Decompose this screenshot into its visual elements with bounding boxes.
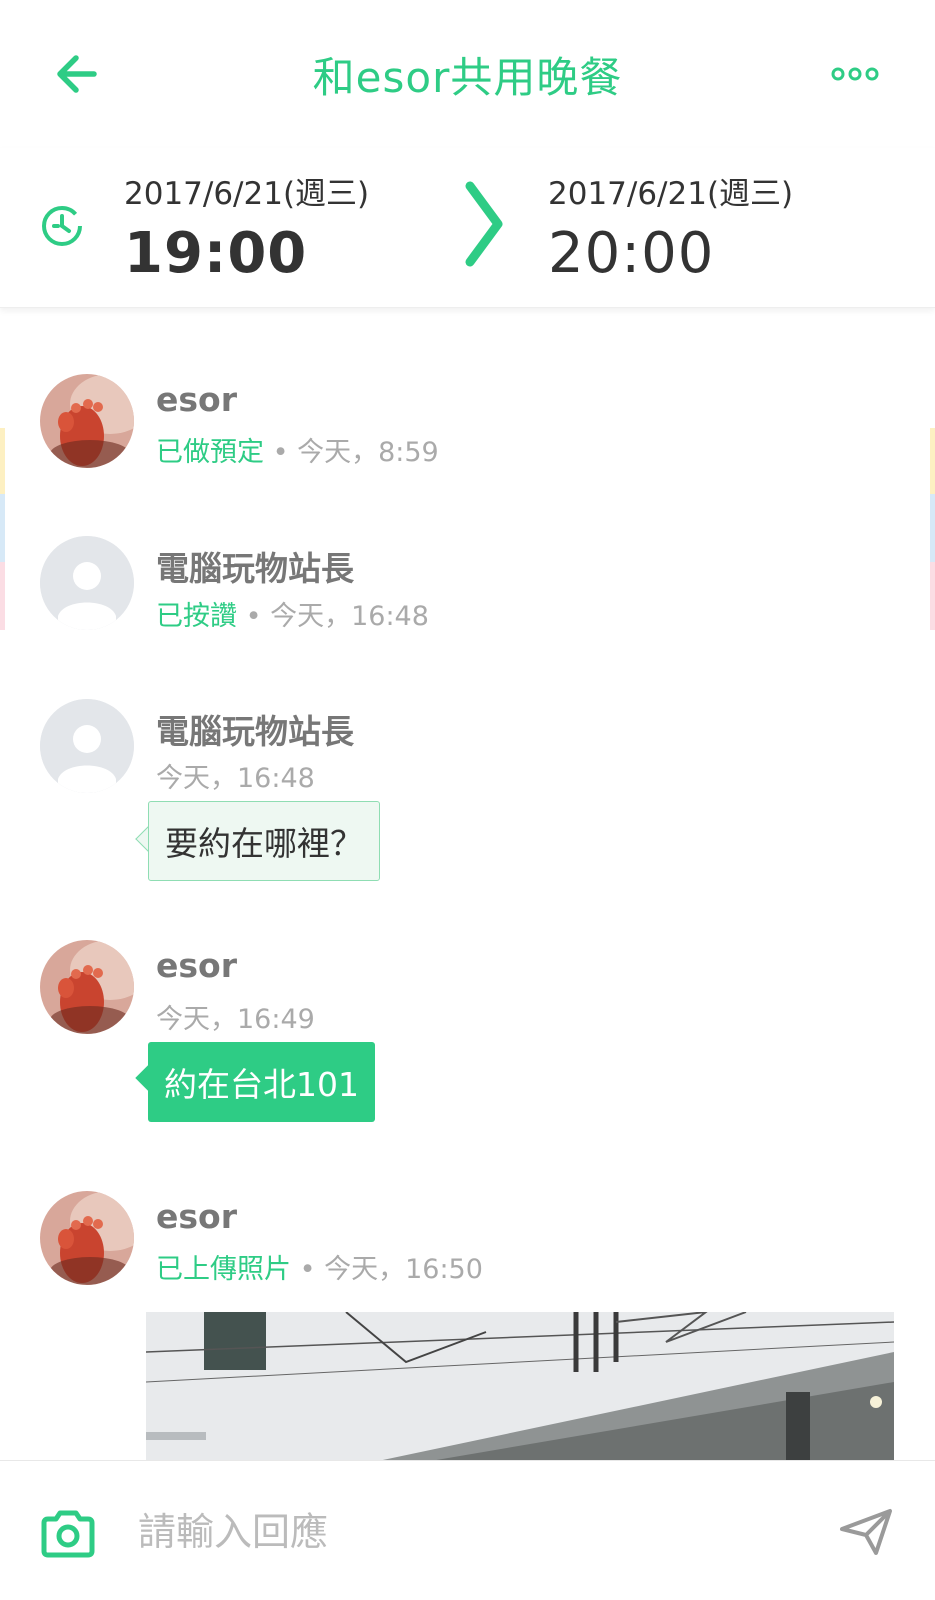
chevron-right-icon	[465, 181, 503, 267]
avatar[interactable]	[40, 1191, 134, 1285]
avatar-photo	[40, 374, 134, 468]
activity-meta: 已做預定 • 今天，8:59	[156, 430, 439, 469]
avatar-photo	[40, 940, 134, 1034]
activity-time: 今天，16:49	[156, 1004, 315, 1035]
avatar[interactable]	[40, 699, 134, 793]
user-name: esor	[156, 1197, 237, 1236]
activity-action: 已按讚	[156, 601, 237, 632]
activity-feed[interactable]: esor 已做預定 • 今天，8:59 電腦玩物站長 已按讚 • 今天，16:4…	[0, 310, 935, 1460]
avatar[interactable]	[40, 940, 134, 1034]
end-time: 2017/6/21(週三) 20:00	[548, 168, 793, 286]
activity-time: • 今天，16:50	[299, 1254, 483, 1285]
message-bubble[interactable]: 約在台北101	[148, 1042, 375, 1122]
activity-meta: 已上傳照片 • 今天，16:50	[156, 1247, 483, 1286]
user-name: esor	[156, 380, 237, 419]
default-user-icon	[40, 699, 134, 793]
top-bar: 和esor共用晚餐	[0, 0, 935, 148]
uploaded-photo[interactable]	[146, 1312, 894, 1460]
activity-action: 已上傳照片	[156, 1254, 291, 1285]
reply-input[interactable]	[138, 1497, 778, 1567]
activity-time: • 今天，8:59	[272, 437, 439, 468]
avatar-photo	[40, 1191, 134, 1285]
page-title: 和esor共用晚餐	[312, 53, 623, 102]
default-user-icon	[40, 536, 134, 630]
clock-icon	[42, 206, 82, 246]
activity-meta: 今天，16:49	[156, 997, 315, 1036]
message-bubble[interactable]: 要約在哪裡？	[148, 801, 380, 881]
reply-composer	[0, 1460, 935, 1600]
end-date-text: 2017/6/21(週三)	[548, 176, 794, 212]
event-time-bar[interactable]: 2017/6/21(週三) 19:00 2017/6/21(週三) 20:00	[0, 148, 935, 308]
start-date-text: 2017/6/21(週三)	[124, 176, 370, 212]
activity-meta: 已按讚 • 今天，16:48	[156, 594, 429, 633]
user-name: 電腦玩物站長	[156, 549, 354, 588]
activity-time: 今天，16:48	[156, 763, 315, 794]
avatar[interactable]	[40, 536, 134, 630]
more-options-button[interactable]	[825, 56, 885, 92]
user-name: 電腦玩物站長	[156, 712, 354, 751]
more-dots-icon	[831, 67, 879, 81]
send-icon[interactable]	[838, 1507, 894, 1557]
camera-icon[interactable]	[40, 1509, 96, 1559]
activity-time: • 今天，16:48	[245, 601, 429, 632]
activity-meta: 今天，16:48	[156, 756, 315, 795]
start-time-text: 19:00	[124, 221, 308, 286]
station-photo	[146, 1312, 894, 1460]
start-time: 2017/6/21(週三) 19:00	[124, 168, 369, 286]
end-time-text: 20:00	[548, 221, 715, 286]
activity-action: 已做預定	[156, 437, 264, 468]
user-name: esor	[156, 946, 237, 985]
avatar[interactable]	[40, 374, 134, 468]
